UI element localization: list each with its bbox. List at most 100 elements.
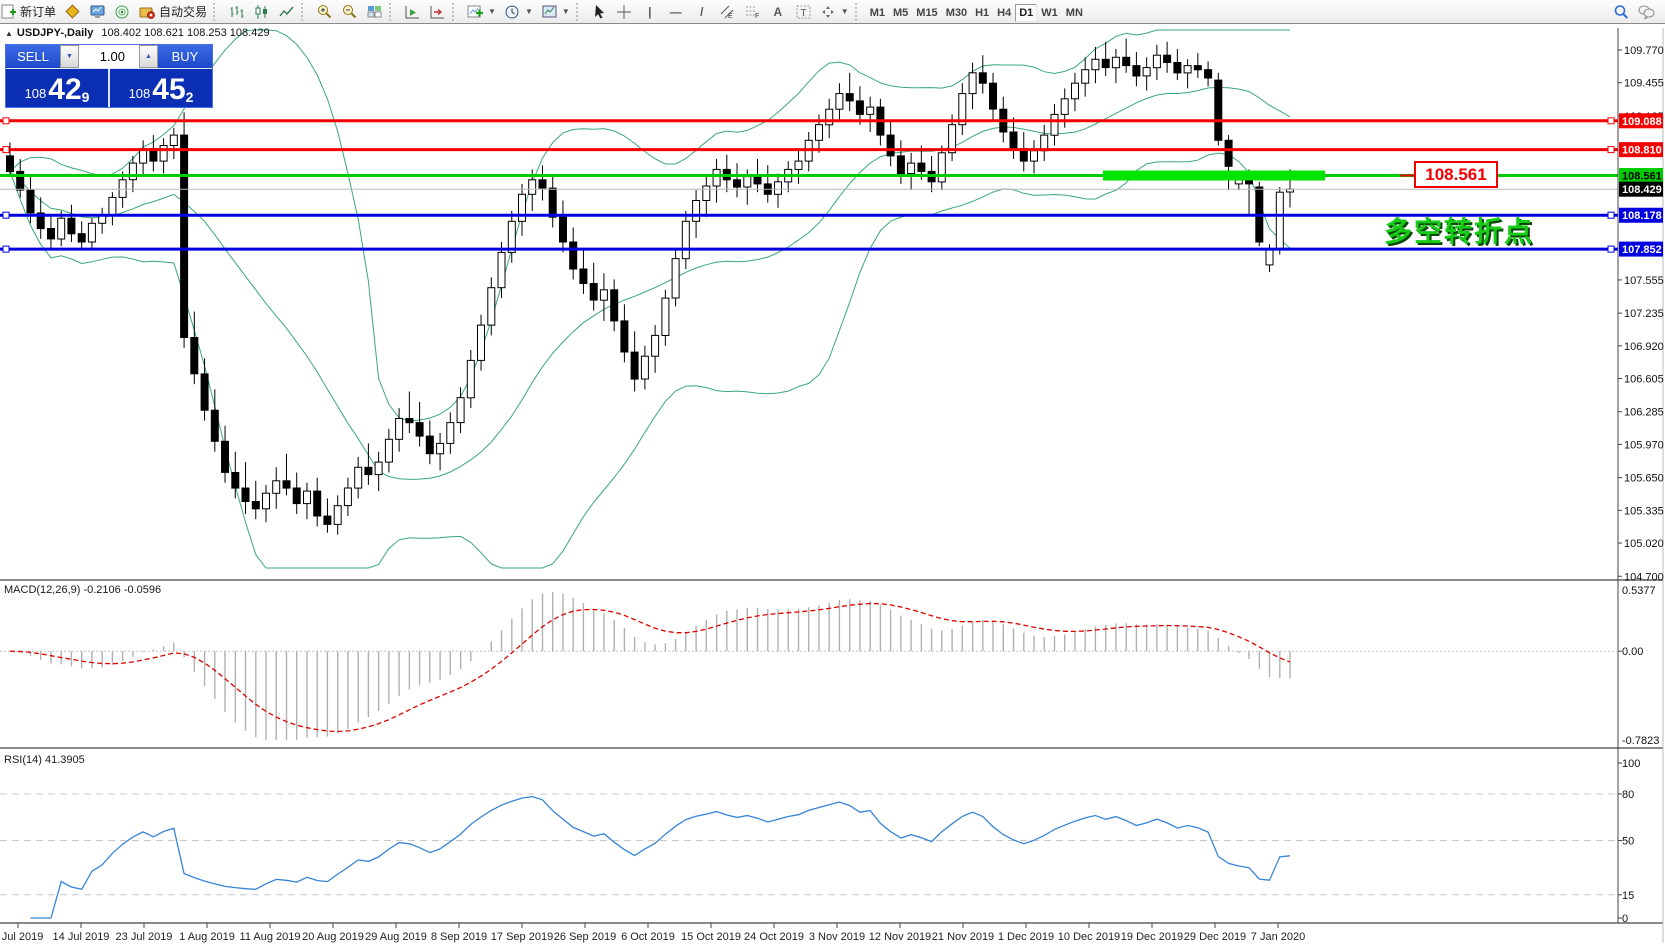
rsi-tick-label: 80: [1622, 789, 1634, 801]
price-tick-label: 109.770: [1624, 45, 1664, 57]
bearish-candle: [365, 467, 372, 474]
bearish-candle: [897, 156, 904, 174]
candlestick-button[interactable]: [249, 1, 274, 22]
timeframe-w1[interactable]: W1: [1037, 4, 1062, 22]
text-label-button[interactable]: T: [791, 1, 816, 22]
bullish-candle: [1276, 192, 1283, 249]
rsi-tick-label: 100: [1622, 758, 1640, 770]
bullish-candle: [467, 360, 474, 397]
toolbar: 新订单 自动交易: [0, 0, 1665, 24]
bearish-candle: [1164, 55, 1171, 62]
search-button[interactable]: [1609, 1, 1634, 22]
zoom-in-button[interactable]: [312, 1, 337, 22]
auto-trading-button[interactable]: 自动交易: [135, 1, 211, 22]
bullish-candle: [58, 218, 65, 239]
chart-shift-icon: [429, 4, 446, 20]
volume-increase-button[interactable]: ▲: [139, 45, 158, 68]
bullish-candle: [437, 443, 444, 453]
bullish-candle: [355, 467, 362, 488]
bar-chart-button[interactable]: [224, 1, 249, 22]
price-level-callout[interactable]: 108.561: [1414, 161, 1498, 188]
timeframe-mn[interactable]: MN: [1062, 4, 1087, 22]
timeframe-h4[interactable]: H4: [993, 4, 1015, 22]
timeframe-m15[interactable]: M15: [912, 4, 941, 22]
bullish-candle: [713, 169, 720, 186]
timeframe-h1[interactable]: H1: [971, 4, 993, 22]
bullish-candle: [836, 94, 843, 110]
buy-button[interactable]: BUY: [158, 45, 212, 68]
trendline-button[interactable]: /: [689, 1, 715, 22]
buy-price[interactable]: 108452: [110, 69, 212, 107]
zoom-out-button[interactable]: [337, 1, 362, 22]
arrows-button[interactable]: ▼: [816, 1, 853, 22]
highlight-price-bar[interactable]: [1103, 171, 1325, 181]
volume-decrease-button[interactable]: ▼: [60, 45, 79, 68]
line-handle[interactable]: [3, 246, 9, 252]
bullish-candle: [1153, 55, 1160, 67]
tile-windows-button[interactable]: [362, 1, 387, 22]
auto-scroll-button[interactable]: [400, 1, 425, 22]
timeframe-d1[interactable]: D1: [1015, 4, 1037, 22]
collapse-panel-icon[interactable]: ▲: [5, 29, 13, 38]
bullish-candle: [1031, 151, 1038, 161]
sell-price[interactable]: 108429: [6, 69, 110, 107]
equidistant-channel-button[interactable]: E: [715, 1, 740, 22]
vertical-line-button[interactable]: |: [637, 1, 663, 22]
zoom-out-icon: [341, 4, 358, 20]
chart-shift-button[interactable]: [425, 1, 450, 22]
bearish-candle: [734, 180, 741, 187]
templates-button[interactable]: ▼: [537, 1, 574, 22]
auto-trading-icon: [139, 4, 156, 20]
new-order-button[interactable]: 新订单: [0, 1, 60, 22]
pivot-annotation-text[interactable]: 多空转折点: [1384, 210, 1534, 250]
date-tick-label: 12 Nov 2019: [869, 931, 931, 943]
timeframe-m5[interactable]: M5: [889, 4, 912, 22]
line-handle[interactable]: [1608, 118, 1614, 124]
periods-button[interactable]: ▼: [500, 1, 537, 22]
market-watch-button[interactable]: [60, 1, 85, 22]
chevron-down-icon: ▼: [488, 7, 496, 16]
data-window-icon: [89, 4, 106, 20]
horizontal-line-button[interactable]: —: [663, 1, 689, 22]
line-handle[interactable]: [3, 212, 9, 218]
expert-advisors-button[interactable]: [110, 1, 135, 22]
line-chart-button[interactable]: [274, 1, 299, 22]
data-window-button[interactable]: [85, 1, 110, 22]
timeframe-m1[interactable]: M1: [866, 4, 889, 22]
bullish-candle: [662, 298, 669, 335]
cursor-icon: [591, 4, 608, 20]
price-tick-label: 104.700: [1624, 571, 1664, 583]
line-handle[interactable]: [3, 147, 9, 153]
bearish-candle: [990, 83, 997, 109]
bullish-candle: [344, 488, 351, 506]
line-handle[interactable]: [1608, 147, 1614, 153]
svg-text:T: T: [800, 8, 806, 19]
fibonacci-button[interactable]: F: [740, 1, 765, 22]
bullish-candle: [641, 356, 648, 379]
indicators-button[interactable]: ▼: [463, 1, 500, 22]
chat-button[interactable]: [1634, 1, 1659, 22]
bearish-candle: [293, 488, 300, 504]
text-button[interactable]: A: [765, 1, 791, 22]
crosshair-button[interactable]: [612, 1, 637, 22]
toolbar-separator: [576, 3, 585, 21]
trendline-icon: /: [693, 5, 711, 19]
line-handle[interactable]: [1608, 246, 1614, 252]
line-handle[interactable]: [3, 118, 9, 124]
line-handle[interactable]: [1608, 212, 1614, 218]
macd-label: MACD(12,26,9) -0.2106 -0.0596: [4, 584, 161, 596]
bullish-candle: [816, 125, 823, 141]
candlestick-icon: [253, 4, 270, 20]
auto-trading-label: 自动交易: [159, 3, 207, 20]
bullish-candle: [488, 288, 495, 325]
bearish-candle: [570, 242, 577, 269]
chart-canvas[interactable]: 109.770109.455109.135107.555107.235106.9…: [0, 0, 1665, 944]
price-tick-label: 106.605: [1624, 374, 1664, 386]
date-tick-label: 15 Oct 2019: [681, 931, 741, 943]
date-tick-label: 24 Oct 2019: [744, 931, 804, 943]
cursor-button[interactable]: [587, 1, 612, 22]
volume-input[interactable]: 1.00: [79, 45, 139, 68]
bearish-candle: [27, 190, 34, 213]
timeframe-m30[interactable]: M30: [942, 4, 971, 22]
sell-button[interactable]: SELL: [6, 45, 60, 68]
